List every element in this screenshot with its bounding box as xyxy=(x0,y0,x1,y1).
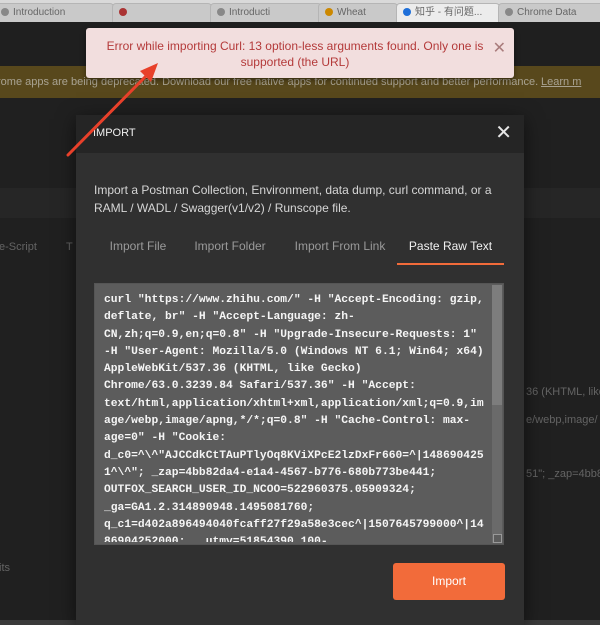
annotation-arrow-icon xyxy=(66,63,158,157)
